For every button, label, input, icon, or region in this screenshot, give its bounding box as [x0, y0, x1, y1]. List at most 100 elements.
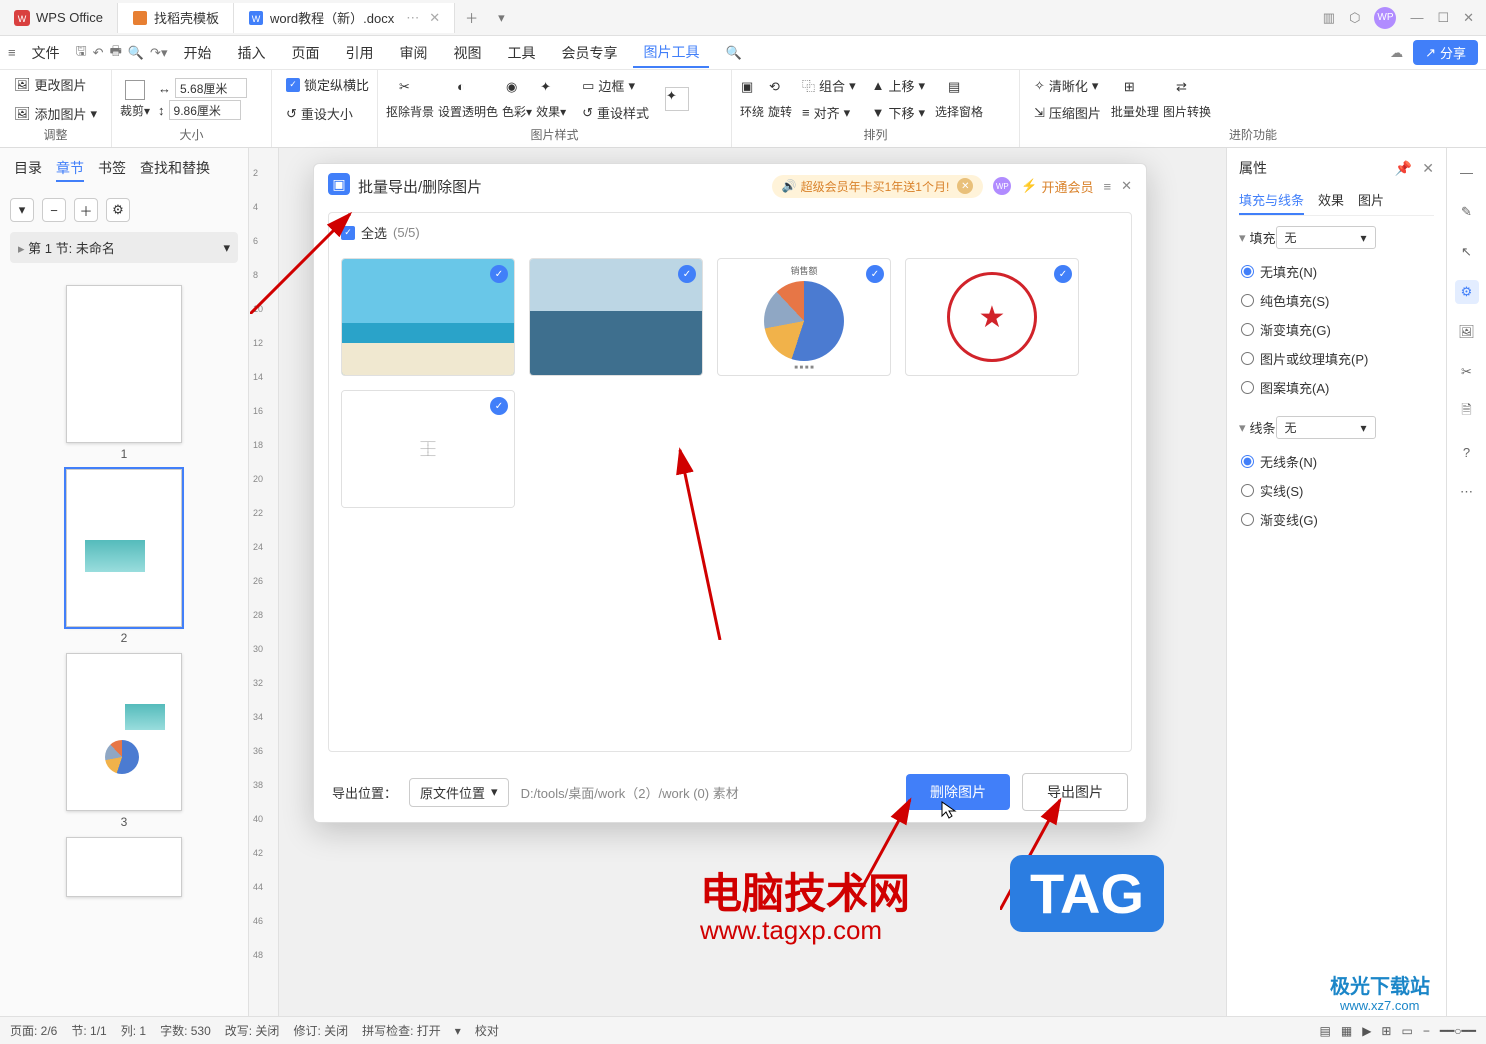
user-avatar[interactable]: WP: [1374, 7, 1396, 29]
prop-tab-picture[interactable]: 图片: [1358, 186, 1384, 215]
border-button[interactable]: ▭边框▾: [576, 73, 655, 98]
menu-picture-tools[interactable]: 图片工具: [633, 38, 709, 68]
menu-ref[interactable]: 引用: [335, 38, 383, 68]
height-input[interactable]: 9.86厘米: [169, 100, 241, 120]
style-preset[interactable]: ✦: [665, 87, 689, 111]
menu-review[interactable]: 审阅: [389, 38, 437, 68]
menu-start[interactable]: 开始: [173, 38, 221, 68]
cloud-icon[interactable]: ☁: [1390, 45, 1403, 61]
image-card-5[interactable]: ─┬──┼──┴─✓: [341, 390, 515, 508]
fill-radio-gradient[interactable]: 渐变填充(G): [1239, 315, 1434, 344]
convert-button[interactable]: ⇄图片转换: [1163, 79, 1211, 120]
lp-add-button[interactable]: ＋: [74, 198, 98, 222]
image-card-3[interactable]: 销售额■ ■ ■ ■✓: [717, 258, 891, 376]
color-button[interactable]: ◉色彩▾: [502, 79, 532, 120]
section-item[interactable]: ▸ 第 1 节: 未命名 ▾: [10, 232, 238, 263]
lp-tab-sections[interactable]: 章节: [56, 158, 84, 182]
line-radio-gradient[interactable]: 渐变线(G): [1239, 505, 1434, 534]
rail-edit-icon[interactable]: ✎: [1455, 200, 1479, 224]
rotate-button[interactable]: ⟲旋转: [768, 79, 792, 120]
batch-button[interactable]: ⊞批量处理: [1111, 79, 1159, 120]
view-mode-icon[interactable]: ▤: [1320, 1024, 1331, 1038]
line-select[interactable]: 无▾: [1276, 416, 1376, 439]
width-input[interactable]: 5.68厘米: [175, 78, 247, 98]
image-card-2[interactable]: ✓: [529, 258, 703, 376]
wrap-button[interactable]: ▣环绕: [740, 79, 764, 120]
close-prop-icon[interactable]: ✕: [1422, 160, 1434, 176]
menu-tools[interactable]: 工具: [497, 38, 545, 68]
status-track[interactable]: 修订: 关闭: [293, 1022, 348, 1039]
lp-tab-toc[interactable]: 目录: [14, 158, 42, 182]
zoom-slider[interactable]: ━━○━━: [1440, 1024, 1476, 1038]
status-page[interactable]: 页面: 2/6: [10, 1022, 57, 1039]
reset-size-button[interactable]: ↺重设大小: [280, 101, 359, 126]
page-thumb-1[interactable]: [66, 285, 182, 443]
panel-icon[interactable]: ▥: [1323, 10, 1335, 26]
rail-properties-icon[interactable]: ⚙: [1455, 280, 1479, 304]
move-up-button[interactable]: ▲上移▾: [866, 73, 931, 98]
search-icon[interactable]: 🔍: [725, 45, 741, 61]
image-card-1[interactable]: ✓: [341, 258, 515, 376]
redo-dropdown-icon[interactable]: ↷▾: [150, 45, 167, 61]
view-mode-icon[interactable]: ⊞: [1381, 1024, 1391, 1038]
promo-banner[interactable]: 🔊超级会员年卡买1年送1个月!✕: [772, 175, 984, 198]
hamburger-icon[interactable]: ≡: [8, 45, 16, 60]
page-thumb-4[interactable]: [66, 837, 182, 897]
promo-close-icon[interactable]: ✕: [957, 178, 973, 194]
menu-vip[interactable]: 会员专享: [551, 38, 627, 68]
move-down-button[interactable]: ▼下移▾: [866, 100, 931, 125]
image-card-4[interactable]: ★✓: [905, 258, 1079, 376]
status-proof[interactable]: 校对: [475, 1022, 499, 1039]
view-mode-icon[interactable]: ▭: [1401, 1024, 1412, 1038]
vip-link[interactable]: ⚡开通会员: [1021, 177, 1093, 196]
rail-tools-icon[interactable]: ✂: [1455, 360, 1479, 384]
undo-icon[interactable]: ↶: [93, 45, 104, 61]
preview-icon[interactable]: 🔍: [128, 45, 144, 61]
line-radio-solid[interactable]: 实线(S): [1239, 476, 1434, 505]
rail-more-icon[interactable]: ⋯: [1455, 480, 1479, 504]
compress-button[interactable]: ⇲压缩图片: [1028, 100, 1107, 125]
tab-overflow-icon[interactable]: ⋯: [406, 10, 419, 26]
fill-radio-solid[interactable]: 纯色填充(S): [1239, 286, 1434, 315]
export-path-select[interactable]: 原文件位置▾: [409, 778, 509, 807]
lock-ratio-checkbox[interactable]: ✓锁定纵横比: [280, 72, 375, 97]
view-mode-icon[interactable]: ▦: [1341, 1024, 1352, 1038]
align-button[interactable]: ≡对齐▾: [796, 100, 862, 125]
delete-images-button[interactable]: 删除图片: [906, 774, 1010, 810]
modal-close-icon[interactable]: ✕: [1121, 178, 1132, 194]
add-picture-button[interactable]: 🖼添加图片▾: [8, 101, 103, 126]
purify-button[interactable]: ✧清晰化▾: [1028, 73, 1107, 98]
zoom-out-icon[interactable]: −: [1423, 1024, 1430, 1038]
tab-templates[interactable]: 找稻壳模板: [118, 3, 234, 33]
lp-tab-find[interactable]: 查找和替换: [140, 158, 210, 182]
status-words[interactable]: 字数: 530: [160, 1022, 211, 1039]
status-rewrite[interactable]: 改写: 关闭: [225, 1022, 280, 1039]
fill-select[interactable]: 无▾: [1276, 226, 1376, 249]
lp-collapse-button[interactable]: ▾: [10, 198, 34, 222]
rail-collapse-icon[interactable]: —: [1455, 160, 1479, 184]
rail-select-icon[interactable]: ↖: [1455, 240, 1479, 264]
lp-tab-bookmarks[interactable]: 书签: [98, 158, 126, 182]
menu-view[interactable]: 视图: [443, 38, 491, 68]
remove-bg-button[interactable]: ✂抠除背景: [386, 79, 434, 120]
tab-list-dropdown[interactable]: ▾: [488, 10, 515, 26]
page-thumb-2[interactable]: [66, 469, 182, 627]
menu-file[interactable]: 文件: [22, 38, 70, 68]
group-button[interactable]: ⿻组合▾: [796, 73, 862, 98]
menu-page[interactable]: 页面: [281, 38, 329, 68]
tab-close-icon[interactable]: ✕: [429, 10, 440, 26]
line-radio-none[interactable]: 无线条(N): [1239, 447, 1434, 476]
share-button[interactable]: ↗分享: [1413, 40, 1478, 65]
rail-files-icon[interactable]: 🗎: [1455, 400, 1479, 424]
reset-style-button[interactable]: ↺重设样式: [576, 100, 655, 125]
print-icon[interactable]: 🖶: [110, 42, 122, 64]
close-window-button[interactable]: ✕: [1463, 10, 1474, 26]
pin-icon[interactable]: 📌: [1395, 160, 1412, 176]
view-mode-icon[interactable]: ▶: [1362, 1024, 1371, 1038]
minimize-button[interactable]: —: [1410, 10, 1423, 25]
save-icon[interactable]: 🖫: [76, 42, 87, 64]
rail-gallery-icon[interactable]: 🖼: [1455, 320, 1479, 344]
fill-radio-none[interactable]: 无填充(N): [1239, 257, 1434, 286]
lp-settings-button[interactable]: ⚙: [106, 198, 130, 222]
change-picture-button[interactable]: 🖼更改图片: [8, 72, 93, 97]
